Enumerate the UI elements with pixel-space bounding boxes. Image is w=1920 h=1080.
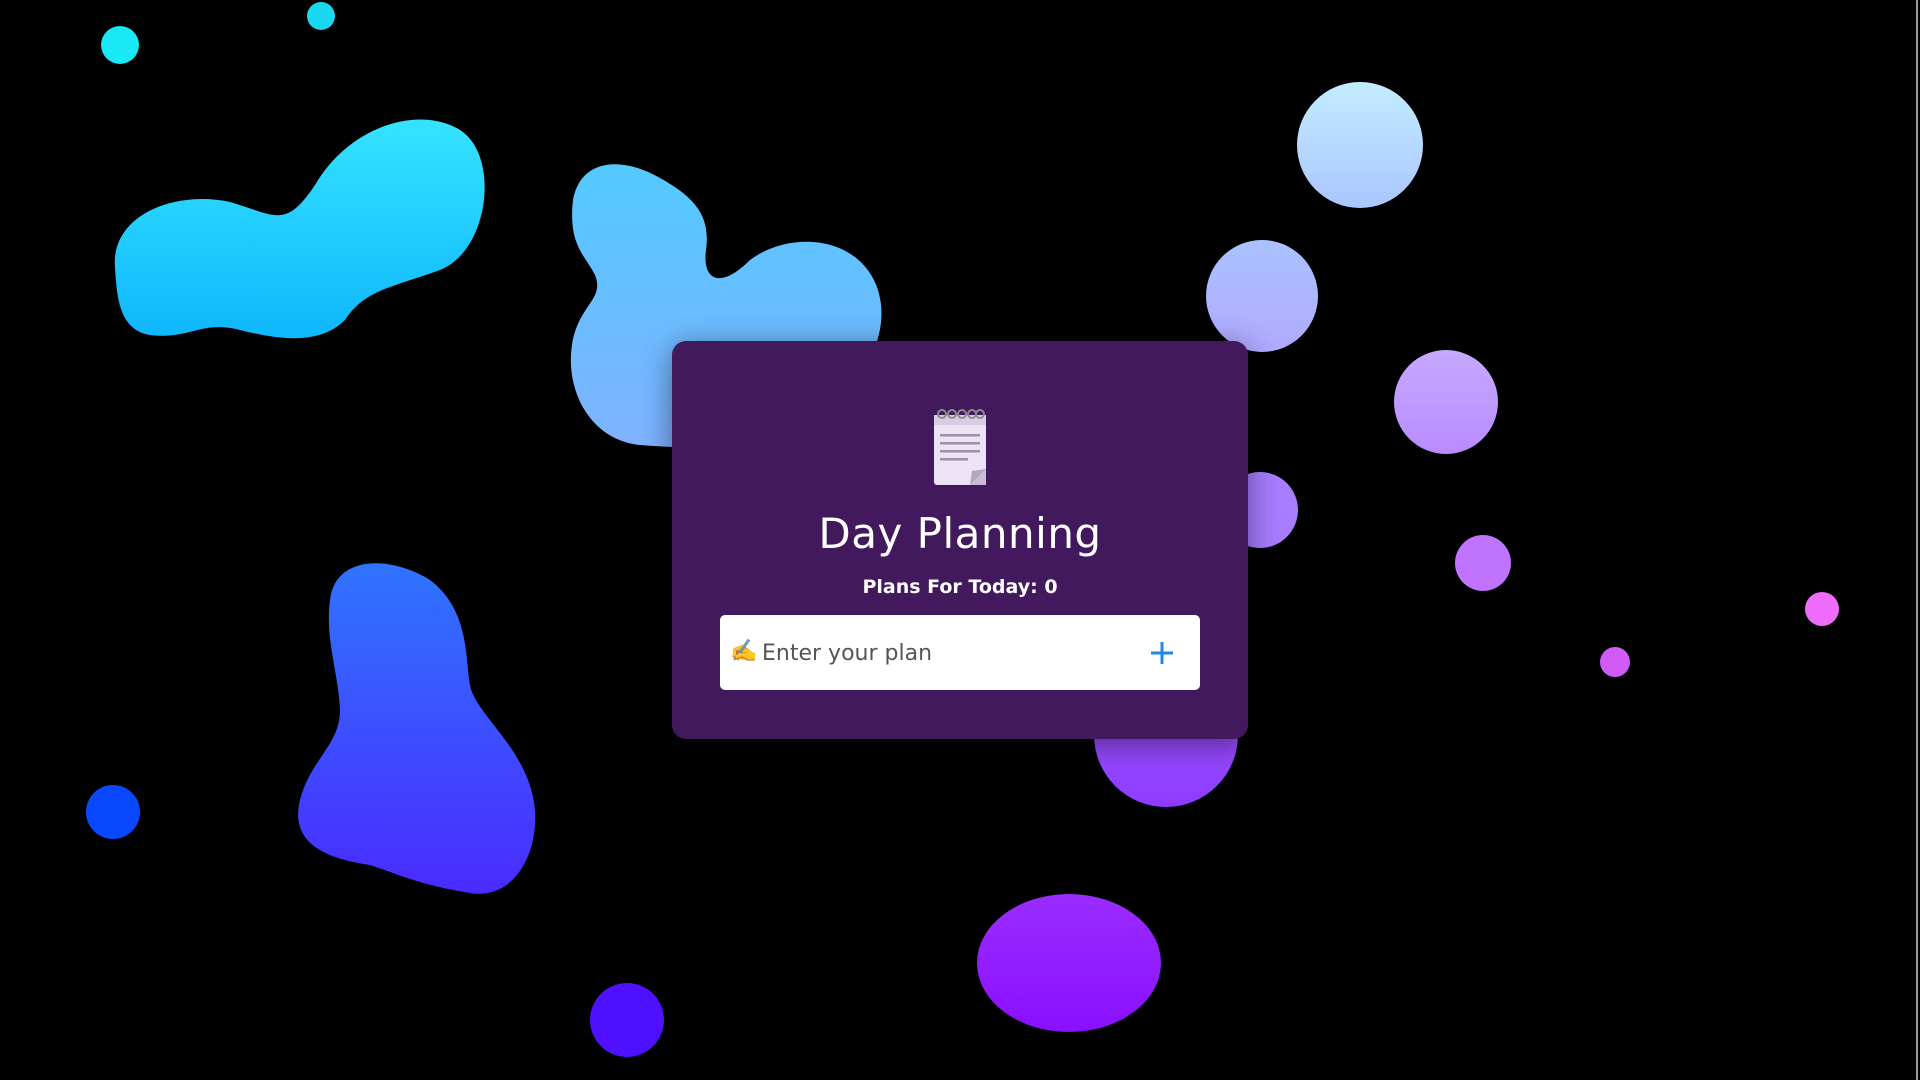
bg-circle — [1206, 240, 1318, 352]
bg-dot — [101, 26, 139, 64]
plan-input[interactable] — [760, 631, 1124, 675]
add-plan-button[interactable] — [1140, 631, 1184, 675]
plus-icon — [1151, 642, 1173, 664]
bg-dot — [307, 2, 335, 30]
bg-blob-blue — [298, 563, 536, 894]
bg-dot — [590, 983, 664, 1057]
bg-dot — [1600, 647, 1630, 677]
notepad-icon — [934, 409, 986, 485]
bg-circle — [1297, 82, 1423, 208]
page-background: Day Planning Plans For Today: 0 ✍️ — [0, 0, 1920, 1080]
planner-card: Day Planning Plans For Today: 0 ✍️ — [672, 341, 1248, 739]
plan-input-container: ✍️ — [720, 615, 1200, 690]
bg-blob-cyan — [114, 119, 485, 339]
plans-count: Plans For Today: 0 — [862, 576, 1058, 598]
bg-blob-purple — [977, 894, 1161, 1032]
writing-hand-icon: ✍️ — [730, 639, 758, 664]
page-title: Day Planning — [818, 509, 1102, 558]
bg-dot — [1805, 592, 1839, 626]
bg-dot — [86, 785, 140, 839]
bg-circle — [1455, 535, 1511, 591]
window-edge-line — [1916, 0, 1918, 1080]
bg-circle — [1394, 350, 1498, 454]
